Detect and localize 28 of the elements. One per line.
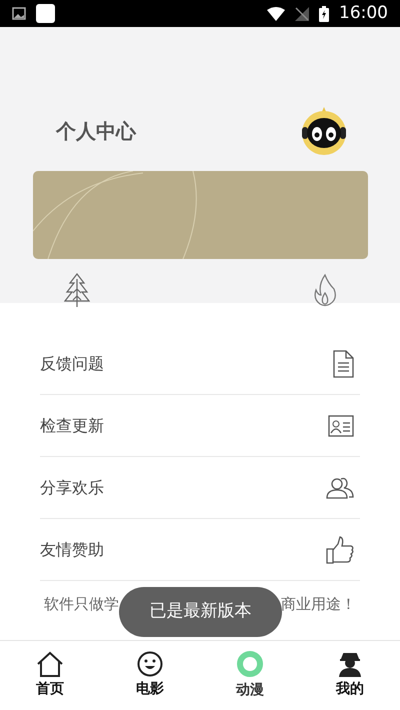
nav-tab[interactable]: 我的: [300, 641, 400, 710]
page-title: 个人中心: [56, 118, 136, 145]
no-signal-icon: [295, 6, 309, 20]
disclaimer-text: 商业用途！: [281, 594, 356, 615]
app-icon: [36, 4, 55, 23]
document-icon: [332, 350, 354, 378]
menu-row[interactable]: 检查更新: [40, 395, 360, 457]
menu-row[interactable]: 反馈问题: [40, 333, 360, 395]
wifi-icon: [267, 6, 285, 20]
image-icon: [12, 7, 26, 20]
battery-charging-icon: [319, 6, 329, 22]
id-card-icon: [328, 414, 354, 436]
people-icon: [326, 476, 354, 500]
nav-tab[interactable]: 动漫: [200, 641, 300, 710]
ring-icon: [236, 650, 264, 678]
flame-icon[interactable]: [312, 273, 338, 307]
person-hat-icon: [337, 651, 363, 677]
thumbs-up-icon: [326, 536, 354, 564]
menu-row[interactable]: 友情赞助: [40, 519, 360, 581]
nav-tab[interactable]: 电影: [100, 641, 200, 710]
smiley-icon: [137, 651, 163, 677]
menu-row[interactable]: 分享欢乐: [40, 457, 360, 519]
home-icon: [36, 651, 64, 677]
tree-icon[interactable]: [64, 273, 90, 307]
status-time: 16:00: [339, 2, 388, 25]
toast-message: 已是最新版本: [119, 587, 282, 637]
nav-tab[interactable]: 首页: [0, 641, 100, 710]
disclaimer-text: 软件只做学: [44, 594, 119, 615]
